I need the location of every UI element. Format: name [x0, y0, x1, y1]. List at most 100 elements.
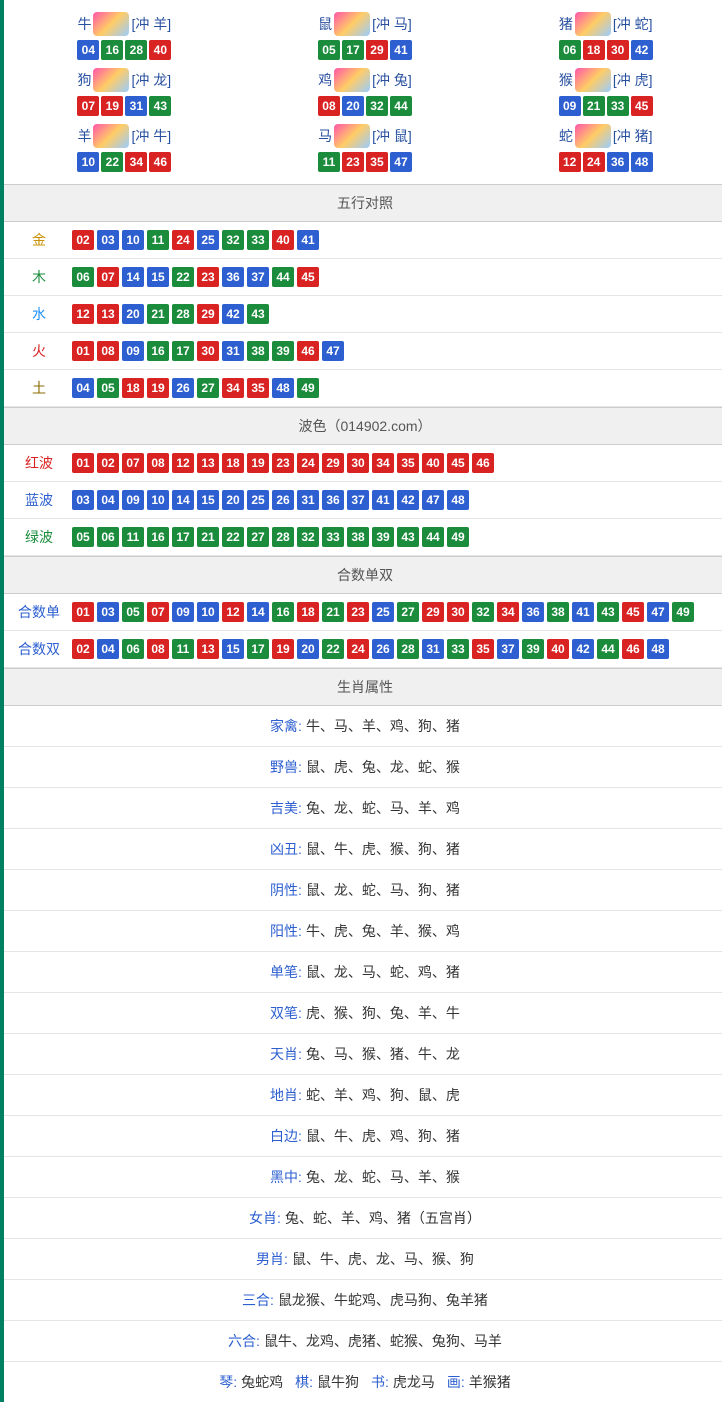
number-ball: 18	[583, 40, 605, 60]
number-ball: 49	[297, 378, 319, 398]
number-ball: 24	[583, 152, 605, 172]
bose-balls: 05061116172122272832333839434449	[72, 527, 469, 547]
number-ball: 47	[322, 341, 344, 361]
number-ball: 39	[372, 527, 394, 547]
number-ball: 17	[172, 341, 194, 361]
wuxing-balls: 04051819262734354849	[72, 378, 319, 398]
zodiac-name: 马	[318, 126, 332, 146]
number-ball: 04	[72, 378, 94, 398]
number-ball: 40	[149, 40, 171, 60]
heshu-header: 合数单双	[4, 556, 722, 594]
last-segment: 琴:兔蛇鸡	[219, 1372, 283, 1392]
attr-label: 白边:	[270, 1128, 302, 1144]
wuxing-balls: 02031011242532334041	[72, 230, 319, 250]
number-ball: 34	[497, 602, 519, 622]
number-ball: 43	[149, 96, 171, 116]
attr-label: 单笔:	[270, 964, 302, 980]
number-ball: 09	[172, 602, 194, 622]
zodiac-balls: 06183042	[485, 40, 722, 60]
zodiac-conflict: [冲 羊]	[131, 14, 171, 34]
bose-header: 波色（014902.com）	[4, 407, 722, 445]
wuxing-label: 水	[14, 304, 64, 324]
attr-value: 鼠、龙、马、蛇、鸡、猪	[306, 964, 460, 980]
number-ball: 30	[347, 453, 369, 473]
number-ball: 31	[297, 490, 319, 510]
bose-balls: 0102070812131819232429303435404546	[72, 453, 494, 473]
attr-row: 女肖:兔、蛇、羊、鸡、猪（五宫肖）	[4, 1198, 722, 1239]
number-ball: 18	[222, 453, 244, 473]
attr-label: 阴性:	[270, 882, 302, 898]
number-ball: 01	[72, 341, 94, 361]
bose-row: 红波 0102070812131819232429303435404546	[4, 445, 722, 482]
last-segment: 书:虎龙马	[371, 1372, 435, 1392]
number-ball: 22	[101, 152, 123, 172]
number-ball: 09	[122, 341, 144, 361]
attr-value: 鼠龙猴、牛蛇鸡、虎马狗、兔羊猪	[278, 1292, 488, 1308]
heshu-label: 合数双	[14, 639, 64, 659]
number-ball: 01	[72, 602, 94, 622]
bose-label: 红波	[14, 453, 64, 473]
zodiac-icon	[93, 124, 129, 148]
last-value: 兔蛇鸡	[241, 1374, 283, 1390]
number-ball: 31	[422, 639, 444, 659]
zodiac-balls: 09213345	[485, 96, 722, 116]
number-ball: 10	[77, 152, 99, 172]
number-ball: 08	[318, 96, 340, 116]
number-ball: 35	[472, 639, 494, 659]
number-ball: 12	[72, 304, 94, 324]
attr-label: 六合:	[228, 1333, 260, 1349]
number-ball: 24	[172, 230, 194, 250]
attr-row: 白边:鼠、牛、虎、鸡、狗、猪	[4, 1116, 722, 1157]
zodiac-balls: 11233547	[245, 152, 486, 172]
number-ball: 46	[149, 152, 171, 172]
number-ball: 10	[147, 490, 169, 510]
number-ball: 18	[297, 602, 319, 622]
zodiac-name: 狗	[77, 70, 91, 90]
zodiac-name: 羊	[77, 126, 91, 146]
number-ball: 03	[97, 602, 119, 622]
last-label: 棋:	[295, 1374, 313, 1390]
number-ball: 31	[125, 96, 147, 116]
attr-label: 男肖:	[256, 1251, 288, 1267]
number-ball: 19	[147, 378, 169, 398]
page-wrapper: 牛[冲 羊]04162840鼠[冲 马]05172941猪[冲 蛇]061830…	[0, 0, 722, 1402]
bose-row: 绿波05061116172122272832333839434449	[4, 519, 722, 556]
number-ball: 41	[297, 230, 319, 250]
last-label: 画:	[447, 1374, 465, 1390]
zodiac-title: 鼠[冲 马]	[245, 12, 486, 36]
attr-label: 黑中:	[270, 1169, 302, 1185]
wuxing-label: 土	[14, 378, 64, 398]
attr-rows: 家禽:牛、马、羊、鸡、狗、猪野兽:鼠、虎、兔、龙、蛇、猴吉美:兔、龙、蛇、马、羊…	[4, 706, 722, 1362]
wuxing-balls: 06071415222336374445	[72, 267, 319, 287]
number-ball: 15	[197, 490, 219, 510]
attr-value: 鼠、牛、虎、龙、马、猴、狗	[292, 1251, 474, 1267]
number-ball: 14	[247, 602, 269, 622]
number-ball: 48	[447, 490, 469, 510]
wuxing-row: 水1213202128294243	[4, 296, 722, 333]
attr-row: 地肖:蛇、羊、鸡、狗、鼠、虎	[4, 1075, 722, 1116]
attr-value: 鼠、牛、虎、鸡、狗、猪	[306, 1128, 460, 1144]
attr-row: 六合:鼠牛、龙鸡、虎猪、蛇猴、兔狗、马羊	[4, 1321, 722, 1362]
number-ball: 13	[197, 639, 219, 659]
zodiac-icon	[334, 124, 370, 148]
number-ball: 21	[197, 527, 219, 547]
number-ball: 30	[607, 40, 629, 60]
zodiac-icon	[334, 68, 370, 92]
number-ball: 40	[272, 230, 294, 250]
wuxing-row: 木06071415222336374445	[4, 259, 722, 296]
number-ball: 23	[347, 602, 369, 622]
number-ball: 05	[97, 378, 119, 398]
number-ball: 24	[347, 639, 369, 659]
number-ball: 15	[222, 639, 244, 659]
heshu-balls: 0103050709101214161821232527293032343638…	[72, 602, 694, 622]
zodiac-cell: 鸡[冲 兔]08203244	[245, 64, 486, 120]
number-ball: 32	[472, 602, 494, 622]
number-ball: 07	[77, 96, 99, 116]
attr-value: 鼠、牛、虎、猴、狗、猪	[306, 841, 460, 857]
number-ball: 20	[297, 639, 319, 659]
last-label: 琴:	[219, 1374, 237, 1390]
number-ball: 46	[622, 639, 644, 659]
number-ball: 16	[101, 40, 123, 60]
number-ball: 02	[97, 453, 119, 473]
number-ball: 22	[222, 527, 244, 547]
